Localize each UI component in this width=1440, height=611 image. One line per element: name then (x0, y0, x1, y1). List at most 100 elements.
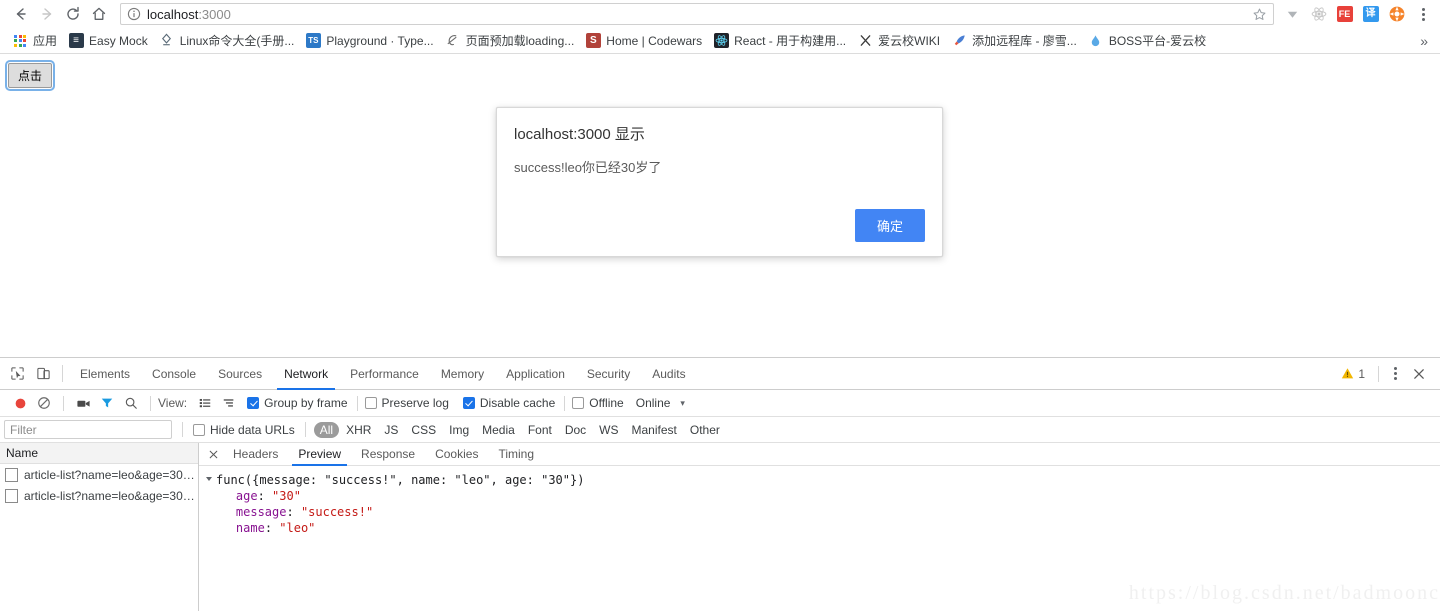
bookmark-easy-mock[interactable]: ≡ Easy Mock (64, 30, 155, 52)
back-button[interactable] (8, 1, 34, 27)
disable-cache-checkbox[interactable]: Disable cache (462, 396, 555, 410)
devtools-tab-security[interactable]: Security (576, 358, 641, 389)
devtools-tab-network[interactable]: Network (273, 358, 339, 390)
offline-checkbox[interactable]: Offline (572, 396, 624, 410)
bookmark-typescript-playground[interactable]: TS Playground · Type... (301, 30, 440, 52)
device-toolbar-icon[interactable] (30, 358, 56, 389)
typescript-icon: TS (305, 33, 321, 49)
list-view-icon[interactable] (193, 391, 217, 415)
filter-type-js[interactable]: JS (378, 422, 404, 438)
filter-type-manifest[interactable]: Manifest (626, 422, 683, 438)
preview-entry-age: age: "30" (235, 489, 301, 503)
bookmark-apps[interactable]: 应用 (8, 30, 64, 52)
throttling-value[interactable]: Online (636, 396, 671, 410)
filter-input[interactable] (4, 420, 172, 439)
request-name: article-list?name=leo&age=30… (24, 488, 195, 503)
devtools-tab-elements[interactable]: Elements (69, 358, 141, 389)
apps-grid-icon (12, 33, 28, 49)
inspect-element-icon[interactable] (4, 358, 30, 389)
address-bar-text: localhost:3000 (147, 7, 1248, 22)
filter-type-all[interactable]: All (313, 421, 340, 438)
filter-type-xhr[interactable]: XHR (340, 422, 377, 438)
devtools-tab-audits[interactable]: Audits (641, 358, 696, 389)
star-icon[interactable] (1252, 7, 1267, 22)
detail-tab-cookies[interactable]: Cookies (425, 443, 488, 465)
search-icon[interactable] (119, 391, 143, 415)
bookmark-linux-manual[interactable]: Linux命令大全(手册... (155, 30, 302, 52)
more-vertical-icon[interactable] (1386, 367, 1404, 380)
bookmark-react[interactable]: React - 用于构建用... (709, 30, 853, 52)
detail-tab-headers[interactable]: Headers (223, 443, 288, 465)
request-list-column-header[interactable]: Name (0, 443, 198, 464)
orange-circle-icon[interactable] (1388, 6, 1405, 23)
bookmark-page-preload[interactable]: 页面预加载loading... (441, 30, 582, 52)
bookmarks-overflow-button[interactable]: » (1414, 33, 1434, 49)
table-row[interactable]: article-list?name=leo&age=30… (0, 485, 198, 506)
camera-icon[interactable] (71, 391, 95, 415)
dialog-actions: 确定 (514, 209, 925, 242)
reload-button[interactable] (60, 1, 86, 27)
warning-badge[interactable]: 1 (1335, 367, 1371, 381)
chrome-menu-icon[interactable] (1414, 7, 1432, 21)
detail-tab-timing[interactable]: Timing (488, 443, 544, 465)
watermark: https://blog.csdn.net/badmoonc (1128, 582, 1440, 604)
address-bar[interactable]: localhost:3000 (120, 3, 1274, 25)
bookmark-codewars[interactable]: S Home | Codewars (581, 30, 709, 52)
devtools-tab-console[interactable]: Console (141, 358, 207, 389)
detail-tab-response[interactable]: Response (351, 443, 425, 465)
filter-type-css[interactable]: CSS (405, 422, 442, 438)
preview-root-line[interactable]: func({message: "success!", name: "leo", … (206, 472, 1440, 488)
preview-key: name (235, 521, 265, 535)
bookmark-label: React - 用于构建用... (734, 33, 847, 48)
bookmark-aiyunxiao-wiki[interactable]: 爱云校WIKI (853, 30, 947, 52)
downloads-arrow-icon[interactable] (1284, 6, 1301, 23)
divider (1378, 365, 1379, 382)
devtools-tab-sources[interactable]: Sources (207, 358, 273, 389)
devtools-tab-memory[interactable]: Memory (430, 358, 495, 389)
forward-button[interactable] (34, 1, 60, 27)
filter-type-ws[interactable]: WS (593, 422, 624, 438)
omnibox-host: localhost (147, 6, 199, 22)
warning-triangle-icon (1342, 368, 1354, 379)
page-viewport: 点击 localhost:3000 显示 success!leo你已经30岁了 … (0, 54, 1440, 356)
bookmark-boss-platform[interactable]: BOSS平台-爱云校 (1084, 30, 1213, 52)
filter-type-doc[interactable]: Doc (559, 422, 592, 438)
home-button[interactable] (86, 1, 112, 27)
network-filter-bar: Hide data URLs All XHR JS CSS Img Media … (0, 417, 1440, 443)
checkbox-box (364, 397, 377, 409)
funnel-icon[interactable] (95, 391, 119, 415)
filter-type-other[interactable]: Other (684, 422, 726, 438)
bookmark-add-remote-repo[interactable]: 添加远程库 - 廖雪... (947, 30, 1084, 52)
divider (150, 395, 151, 411)
filter-type-media[interactable]: Media (476, 422, 521, 438)
divider (304, 422, 306, 437)
devtools-panel: Elements Console Sources Network Perform… (0, 357, 1440, 611)
fe-helper-icon[interactable]: FE (1336, 6, 1353, 23)
devtools-tab-bar: Elements Console Sources Network Perform… (0, 358, 1440, 390)
waterfall-view-icon[interactable] (217, 391, 241, 415)
react-devtools-icon[interactable] (1310, 6, 1327, 23)
hide-data-urls-checkbox[interactable]: Hide data URLs (193, 423, 295, 437)
preserve-log-checkbox[interactable]: Preserve log (364, 396, 449, 410)
expand-triangle-icon[interactable] (206, 477, 212, 481)
filter-type-font[interactable]: Font (522, 422, 558, 438)
checkbox-box (193, 423, 205, 436)
close-devtools-icon[interactable] (1406, 367, 1432, 381)
devtools-tab-performance[interactable]: Performance (339, 358, 430, 389)
table-row[interactable]: article-list?name=leo&age=30… (0, 464, 198, 485)
detail-tab-preview[interactable]: Preview (288, 443, 351, 466)
clear-no-entry-icon[interactable] (32, 391, 56, 415)
checkbox-box (572, 397, 585, 409)
close-detail-icon[interactable] (203, 443, 223, 465)
group-by-frame-checkbox[interactable]: Group by frame (247, 396, 348, 410)
reload-icon (67, 6, 79, 20)
translate-icon[interactable]: 译 (1362, 6, 1379, 23)
dialog-ok-button[interactable]: 确定 (854, 209, 925, 242)
toolbar-divider (62, 365, 63, 382)
devtools-tab-application[interactable]: Application (495, 358, 576, 389)
chevron-down-icon[interactable]: ▾ (680, 398, 685, 409)
info-circle-icon[interactable] (127, 7, 141, 21)
filter-type-img[interactable]: Img (443, 422, 475, 438)
record-circle-icon[interactable] (8, 391, 32, 415)
click-button[interactable]: 点击 (4, 60, 56, 91)
